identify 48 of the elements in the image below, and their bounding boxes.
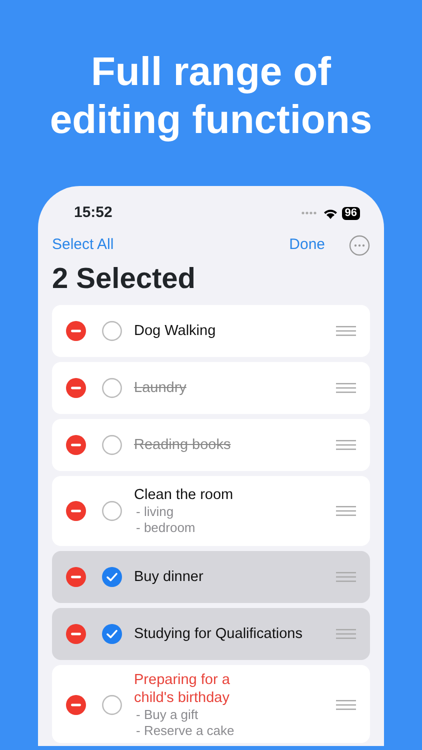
task-row[interactable]: Reading books: [52, 418, 370, 470]
more-icon[interactable]: [349, 234, 370, 256]
checkbox-icon[interactable]: [102, 378, 122, 398]
drag-handle-icon[interactable]: [336, 700, 356, 710]
task-note: - living: [135, 504, 175, 520]
delete-icon[interactable]: [66, 566, 86, 586]
checkbox-icon[interactable]: [102, 694, 122, 714]
select-all-button[interactable]: Select All: [52, 234, 114, 256]
checkbox-checked-icon[interactable]: [102, 566, 122, 586]
done-button[interactable]: Done: [289, 234, 325, 256]
signal-icon: [300, 211, 319, 215]
headline: Full range of editing functions: [48, 49, 374, 144]
task-note: - bedroom: [135, 520, 196, 536]
drag-handle-icon[interactable]: [336, 326, 356, 336]
task-row[interactable]: Preparing for a child's birthday - Buy a gift - Reserve a cake: [52, 664, 370, 742]
task-title: Buy dinner: [134, 568, 204, 586]
drag-handle-icon[interactable]: [336, 628, 356, 638]
battery-level: 96: [342, 206, 360, 220]
delete-icon[interactable]: [66, 378, 86, 398]
delete-icon[interactable]: [66, 434, 86, 454]
delete-icon[interactable]: [66, 320, 86, 340]
task-row[interactable]: Buy dinner: [52, 550, 370, 602]
task-title: Clean the room: [134, 486, 234, 504]
task-row[interactable]: Dog Walking: [52, 304, 370, 356]
task-note: - Buy a gift: [135, 706, 200, 722]
drag-handle-icon[interactable]: [336, 382, 356, 392]
drag-handle-icon[interactable]: [336, 440, 356, 450]
drag-handle-icon[interactable]: [336, 506, 356, 516]
task-note: - Reserve a cake: [135, 722, 236, 738]
checkbox-checked-icon[interactable]: [102, 624, 122, 644]
checkbox-icon[interactable]: [102, 500, 122, 520]
screen-title: 2 Selected: [51, 262, 196, 296]
delete-icon[interactable]: [66, 694, 86, 714]
clock: 15:52: [74, 202, 112, 223]
task-title: Preparing for a child's birthday: [134, 670, 231, 706]
drag-handle-icon[interactable]: [336, 572, 356, 582]
task-row[interactable]: Laundry: [52, 362, 370, 414]
delete-icon[interactable]: [66, 624, 86, 644]
checkbox-icon[interactable]: [102, 320, 122, 340]
task-title: Reading books: [134, 436, 232, 454]
checkbox-icon[interactable]: [102, 434, 122, 454]
task-row[interactable]: Studying for Qualifications: [52, 608, 370, 660]
task-row[interactable]: Clean the room - living - bedroom: [52, 476, 370, 546]
delete-icon[interactable]: [66, 500, 86, 520]
task-title: Laundry: [134, 378, 188, 396]
task-title: Dog Walking: [134, 322, 217, 340]
wifi-icon: [322, 208, 338, 218]
task-title: Studying for Qualifications: [134, 624, 304, 642]
